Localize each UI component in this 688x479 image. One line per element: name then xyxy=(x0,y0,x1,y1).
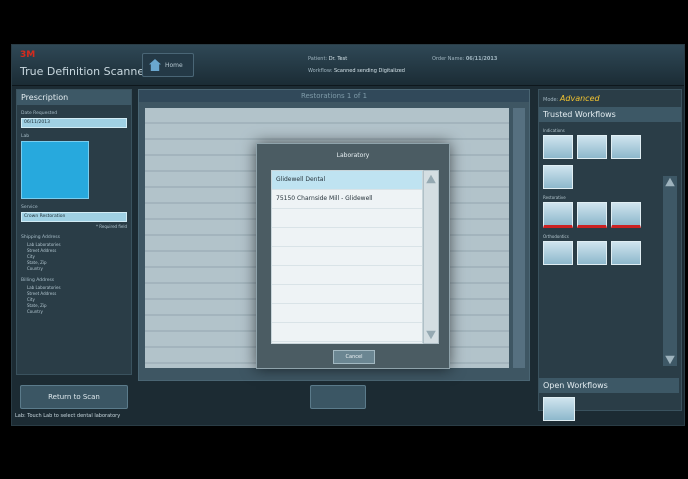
list-item-empty xyxy=(272,228,422,247)
home-icon xyxy=(149,59,161,71)
workflow-row xyxy=(543,165,677,189)
workflow-thumbnail[interactable] xyxy=(577,202,607,228)
workflow-value: Scanned sending Digitalized xyxy=(333,68,405,74)
workflows-panel: Mode: Advanced Trusted Workflows Indicat… xyxy=(538,89,682,421)
restoration-title: Restorations 1 of 1 xyxy=(139,90,529,102)
mode-indicator: Mode: Advanced xyxy=(539,90,681,107)
restoration-scrollbar[interactable] xyxy=(513,108,525,368)
address-line: Country xyxy=(27,266,43,271)
scroll-down-icon[interactable] xyxy=(426,330,436,340)
brand-logo: 3M xyxy=(20,50,36,60)
required-note: * Required field xyxy=(96,224,127,229)
group-label: Indications xyxy=(543,128,565,133)
lab-field[interactable] xyxy=(21,141,89,199)
dialog-title: Laboratory xyxy=(336,152,370,159)
workflow-thumbnail[interactable] xyxy=(543,202,573,228)
workflow-thumbnail[interactable] xyxy=(611,135,641,159)
group-label: Orthodontics xyxy=(543,234,569,239)
list-item[interactable]: Glidewell Dental xyxy=(272,171,422,190)
app-title: True Definition Scanner xyxy=(20,65,149,78)
scroll-up-icon[interactable] xyxy=(426,174,436,184)
order-info: Order Name: 06/11/2013 xyxy=(432,53,497,65)
order-label: Order Name: xyxy=(432,56,465,62)
app-window: 3M True Definition Scanner Home Patient:… xyxy=(11,44,685,426)
list-item-empty xyxy=(272,209,422,228)
shipping-label: Shipping Address xyxy=(21,235,60,240)
workflow-thumbnail[interactable] xyxy=(577,241,607,265)
workflow-thumbnail[interactable] xyxy=(577,135,607,159)
mode-label: Mode: xyxy=(543,97,559,103)
workflow-row xyxy=(543,241,677,265)
billing-label: Billing Address xyxy=(21,278,55,283)
laboratory-dialog: Laboratory Glidewell Dental 75150 Charns… xyxy=(256,143,450,369)
workflow-thumbnail[interactable] xyxy=(543,165,573,189)
workflow-label: Workflow: xyxy=(308,68,333,74)
workflow-row xyxy=(543,135,677,159)
next-button[interactable] xyxy=(310,385,366,409)
workflow-row xyxy=(543,202,677,228)
cancel-button[interactable]: Cancel xyxy=(333,350,375,364)
top-bar: 3M True Definition Scanner Home Patient:… xyxy=(12,45,684,86)
workflow-thumbnail[interactable] xyxy=(543,135,573,159)
group-label: Restorative xyxy=(543,195,566,200)
scroll-up-icon[interactable] xyxy=(665,177,675,187)
prescription-title: Prescription xyxy=(17,90,131,105)
date-label: Date Requested xyxy=(21,111,58,116)
list-item-empty xyxy=(272,285,422,304)
workflow-thumbnail[interactable] xyxy=(611,202,641,228)
list-item-empty xyxy=(272,323,422,342)
workflow-thumbnail[interactable] xyxy=(611,241,641,265)
open-workflows-title: Open Workflows xyxy=(539,378,679,393)
list-item[interactable]: 75150 Charnside Mill - Glidewell xyxy=(272,190,422,209)
open-workflow-thumbnail[interactable] xyxy=(543,397,575,421)
list-item-empty xyxy=(272,247,422,266)
status-bar: Lab: Touch Lab to select dental laborato… xyxy=(15,413,121,419)
home-label: Home xyxy=(165,61,183,69)
workflows-scrollbar[interactable] xyxy=(663,176,677,366)
laboratory-list: Glidewell Dental 75150 Charnside Mill - … xyxy=(271,170,423,344)
home-button[interactable]: Home xyxy=(142,53,194,77)
shipping-address: Lab Laboratories Street Address City Sta… xyxy=(27,242,127,272)
service-label: Service xyxy=(21,205,38,210)
open-workflows: Open Workflows xyxy=(539,378,679,425)
patient-label: Patient: xyxy=(308,56,328,62)
trusted-workflows-title: Trusted Workflows xyxy=(539,107,681,122)
billing-address: Lab Laboratories Street Address City Sta… xyxy=(27,285,127,315)
patient-value: Dr. Test xyxy=(328,56,348,62)
list-item-empty xyxy=(272,304,422,323)
address-line: Country xyxy=(27,309,43,314)
order-value: 06/11/2013 xyxy=(465,56,498,62)
prescription-panel: Prescription Date Requested 06/11/2013 L… xyxy=(16,89,132,375)
list-scrollbar[interactable] xyxy=(423,170,439,344)
return-to-scan-button[interactable]: Return to Scan xyxy=(20,385,128,409)
lab-label: Lab xyxy=(21,134,30,139)
list-item-empty xyxy=(272,266,422,285)
patient-info: Patient: Dr. Test Workflow: Scanned send… xyxy=(308,53,405,77)
scroll-down-icon[interactable] xyxy=(665,355,675,365)
workflow-thumbnail[interactable] xyxy=(543,241,573,265)
mode-value[interactable]: Advanced xyxy=(560,94,600,103)
date-field[interactable]: 06/11/2013 xyxy=(21,118,127,128)
service-field[interactable]: Crown Restoration xyxy=(21,212,127,222)
